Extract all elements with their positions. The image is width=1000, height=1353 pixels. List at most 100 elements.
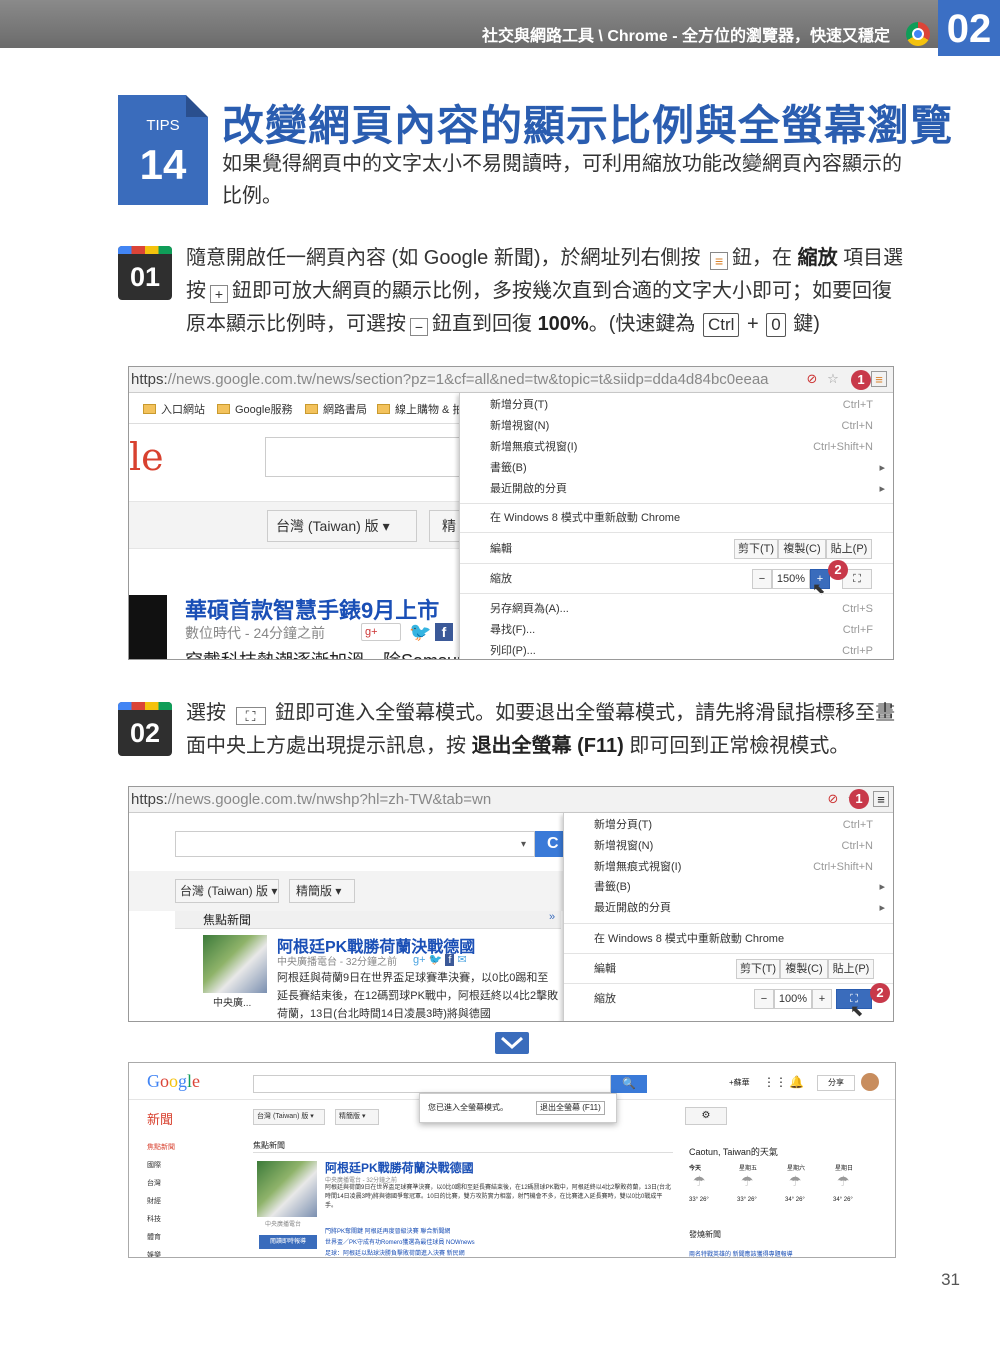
paste-button[interactable]: 貼上(P) [826,539,872,559]
notification-bell-icon[interactable]: 🔔 [789,1075,804,1089]
facebook-icon[interactable]: f [435,623,453,641]
copy-button[interactable]: 複製(C) [778,539,826,559]
bookmark-item[interactable]: 網路書局 [305,401,367,417]
chrome-logo-icon [906,22,930,46]
zoom-out-button[interactable]: − [754,989,774,1009]
dropdown-arrow-icon[interactable]: ▾ [521,839,526,850]
weather-day: 星期日 [835,1166,854,1172]
tab-compact[interactable]: 精簡版 ▾ [289,879,355,903]
rain-cloud-icon: ☂ [741,1173,754,1189]
step-text-bold: 100% [537,313,589,335]
menu-relaunch-win8[interactable]: 在 Windows 8 模式中重新啟動 Chrome [490,508,885,528]
zoom-level: 150% [772,569,810,589]
edition-select[interactable]: 台灣 (Taiwan) 版 ▾ [175,879,279,903]
search-input[interactable] [253,1075,611,1093]
blocked-icon[interactable]: ⊘ [804,371,820,387]
nav-item[interactable]: 國際 [147,1157,175,1175]
edition-select[interactable]: 台灣 (Taiwan) 版 ▾ [267,510,417,542]
menu-relaunch-win8[interactable]: 在 Windows 8 模式中重新啟動 Chrome [594,929,885,949]
step-text-bold: 縮放 [797,247,838,269]
nav-item[interactable]: 體育 [147,1229,175,1247]
recent-news-link[interactable]: 兩名特戰英雄的 新聞應該獲得專題報導 [689,1249,793,1257]
menu-divider [564,953,893,954]
step-text: 鍵) [793,313,820,335]
nav-item[interactable]: 娛樂 [147,1247,175,1257]
search-input[interactable] [265,437,465,477]
search-button[interactable]: C [535,831,565,857]
search-input[interactable] [175,831,535,857]
news-headline[interactable]: 華碩首款智慧手錶9月上市 [185,593,439,625]
menu-new-tab[interactable]: 新增分頁(T) Ctrl+T [594,815,885,835]
bookmark-item[interactable]: 線上購物 & 拍 [377,401,463,417]
star-icon[interactable]: ☆ [825,371,841,387]
news-thumbnail[interactable] [257,1161,317,1217]
fullscreen-notice: 您已進入全螢幕模式。 退出全螢幕 (F11) [419,1093,617,1123]
tips-badge: TIPS 14 [118,95,208,205]
chrome-menu-icon[interactable]: ≡ [871,371,887,387]
nav-item[interactable]: 科技 [147,1211,175,1229]
menu-find[interactable]: 尋找(F)... Ctrl+F [490,620,885,640]
settings-gear-icon[interactable]: ⚙ [685,1107,727,1125]
bookmark-item[interactable]: 入口網站 [143,401,205,417]
nav-item[interactable]: 台灣 [147,1175,175,1193]
copy-button[interactable]: 複製(C) [780,959,828,979]
address-bar[interactable]: https://news.google.com.tw/news/section?… [129,367,893,393]
key-ctrl: Ctrl [702,313,740,337]
menu-incognito[interactable]: 新增無痕式視窗(I) Ctrl+Shift+N [594,857,885,877]
news-thumbnail [129,595,167,659]
related-link[interactable]: 世界盃／PK守成有功Romero獲選為最佳球員 NOWnews [325,1237,475,1246]
plus-me-link[interactable]: +蘇華 [729,1077,750,1088]
paste-button[interactable]: 貼上(P) [828,959,874,979]
key-zero: 0 [766,313,786,337]
menu-new-tab[interactable]: 新增分頁(T) Ctrl+T [490,395,885,415]
blocked-icon[interactable]: ⊘ [825,791,841,807]
page-fold-icon [186,95,208,117]
zoom-out-button[interactable]: − [752,569,772,589]
edition-select[interactable]: 台灣 (Taiwan) 版 ▾ [253,1109,325,1125]
cut-button[interactable]: 剪下(T) [734,539,778,559]
nav-item[interactable]: 財經 [147,1193,175,1211]
key-plus: + [746,313,759,335]
menu-incognito[interactable]: 新增無痕式視窗(I) Ctrl+Shift+N [490,437,885,457]
search-button[interactable]: 🔍 [611,1075,647,1093]
expand-icon[interactable]: » [549,911,555,923]
menu-recent-tabs[interactable]: 最近開啟的分頁 ▸ [594,898,885,918]
twitter-icon[interactable]: 🐦 [409,622,431,643]
apps-grid-icon[interactable]: ⋮⋮ [763,1075,787,1089]
step-text: 鈕，在 [732,247,793,269]
chrome-menu-icon[interactable]: ≡ [873,791,889,807]
news-source: 中央廣播電台 - 32分鐘之前 [277,957,398,968]
exit-fullscreen-button[interactable]: 退出全螢幕 (F11) [536,1101,605,1115]
avatar[interactable] [861,1073,879,1091]
menu-bookmarks[interactable]: 書籤(B) ▸ [594,877,885,897]
menu-new-window[interactable]: 新增視窗(N) Ctrl+N [594,836,885,856]
weather-temp: 33° 26° [737,1197,757,1203]
callout-badge-2: 2 [870,983,890,1003]
related-link[interactable]: 足球：阿根廷以點球決勝負擊敗荷蘭進入決賽 新民網 [325,1248,465,1257]
callout-badge-1: 1 [849,789,869,809]
related-link[interactable]: 門將PK奪關鍵 阿根廷再度晉級決賽 聯合新聞網 [325,1226,450,1235]
menu-bookmarks[interactable]: 書籤(B) ▸ [490,458,885,478]
section-title: 新聞 [147,1112,174,1127]
tab-compact[interactable]: 精簡版 ▾ [335,1109,379,1125]
nav-item[interactable]: 焦點新聞 [147,1139,175,1157]
social-icons[interactable]: g+ 🐦 f ✉ [413,953,467,966]
menu-new-window[interactable]: 新增視窗(N) Ctrl+N [490,416,885,436]
news-thumbnail[interactable] [203,935,267,993]
step-text: 選按 [186,702,226,724]
cut-button[interactable]: 剪下(T) [736,959,780,979]
menu-print[interactable]: 列印(P)... Ctrl+P [490,641,885,659]
share-button[interactable]: 分享 [817,1075,855,1091]
menu-save-as[interactable]: 另存網頁為(A)... Ctrl+S [490,599,885,619]
address-bar[interactable]: https://news.google.com.tw/nwshp?hl=zh-T… [129,787,893,813]
news-headline[interactable]: 阿根廷PK戰勝荷蘭決戰德國 [325,1159,474,1176]
zoom-in-button[interactable]: + [812,989,832,1009]
thumbnail-caption: 中央廣播電台 [265,1222,302,1228]
gplus-icon[interactable]: g+ [361,623,401,641]
screenshot-zoom-menu: https://news.google.com.tw/news/section?… [128,366,894,660]
news-snippet: 阿根廷與荷蘭9日在世界盃足球賽準決賽，以0比0踢和至延長賽結束後，在12碼罰球P… [277,972,559,1020]
chrome-menu-icon: ≡ [710,252,729,270]
menu-recent-tabs[interactable]: 最近開啟的分頁 ▸ [490,479,885,499]
read-more-button[interactable]: 閱讀即時報導 [259,1235,317,1249]
bookmark-item[interactable]: Google服務 [217,401,292,417]
